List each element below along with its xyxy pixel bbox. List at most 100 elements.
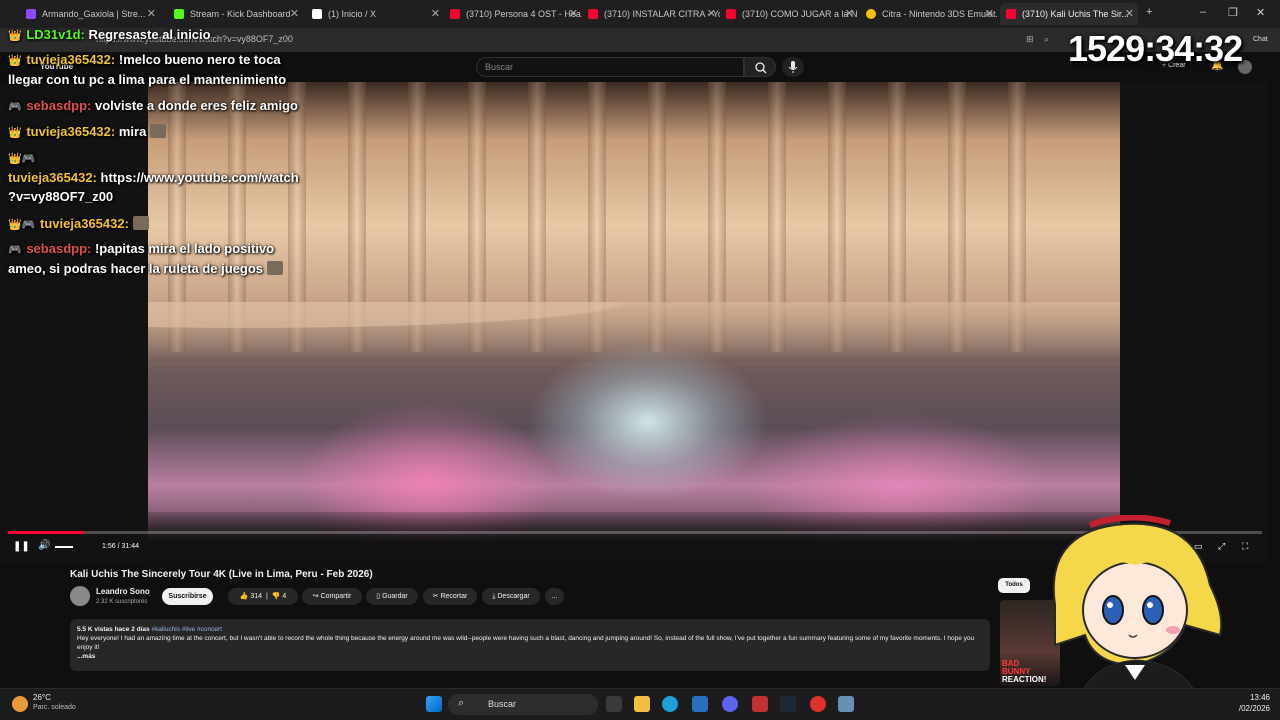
task-view-icon[interactable] <box>606 696 622 712</box>
thumbs-down-icon: 👎 <box>271 593 281 600</box>
taskbar-date[interactable]: /02/2026 <box>1239 704 1270 713</box>
pause-icon[interactable]: ❚❚ <box>13 541 30 552</box>
chat-message: 👑🎮 tuvieja365432: <box>8 216 149 231</box>
fullscreen-icon[interactable]: ⛶ <box>1242 541 1248 552</box>
file-explorer-icon[interactable] <box>634 696 650 712</box>
taskbar-clock[interactable]: 13:46 <box>1250 693 1270 702</box>
dislike-count: 4 <box>282 593 287 600</box>
edge-icon[interactable] <box>662 696 678 712</box>
tab-label: Stream - Kick Dashboard <box>190 9 291 19</box>
chat-text: mira <box>118 124 147 139</box>
emote-image <box>132 216 149 230</box>
taskbar-search-label: Buscar <box>488 699 517 709</box>
close-icon[interactable]: ✕ <box>845 7 854 20</box>
browser-tab-bar: Armando_Gaxiola | Stre... ✕ Stream - Kic… <box>0 0 1280 28</box>
filter-chip-all[interactable]: Todos <box>998 578 1030 593</box>
minimize-icon[interactable]: – <box>1200 6 1206 18</box>
emote-image <box>266 261 283 275</box>
chat-text: ?v=vy88OF7_z00 <box>8 189 114 204</box>
download-button[interactable]: ⤓ Descargar <box>482 588 540 605</box>
download-label: Descargar <box>497 593 530 600</box>
browser-tab[interactable]: Armando_Gaxiola | Stre... ✕ <box>20 3 160 25</box>
channel-name[interactable]: Leandro Sono <box>96 587 150 596</box>
subscribe-button[interactable]: Suscribirse <box>162 588 213 605</box>
browser-tab[interactable]: Citra - Nintendo 3DS Emulat... ✕ <box>860 3 998 25</box>
zoom-icon[interactable]: ⌕ <box>1044 34 1049 45</box>
close-icon[interactable]: ✕ <box>431 7 440 20</box>
crown-badge-icon: 👑 <box>8 30 22 42</box>
search-button[interactable] <box>744 57 776 77</box>
chat-message-continued: ameo, si podras hacer la ruleta de juego… <box>8 261 283 276</box>
video-player[interactable] <box>0 82 1268 562</box>
browser-tab[interactable]: Stream - Kick Dashboard ✕ <box>168 3 303 25</box>
close-icon[interactable]: ✕ <box>147 7 156 20</box>
tab-label: Armando_Gaxiola | Stre... <box>42 9 146 19</box>
microphone-icon <box>788 61 798 73</box>
close-icon[interactable]: ✕ <box>707 7 716 20</box>
gamepad-badge-icon: 🎮 <box>8 244 22 256</box>
voice-search-button[interactable] <box>782 57 804 77</box>
browser-tab[interactable]: (1) Inicio / X ✕ <box>306 3 444 25</box>
window-close-icon[interactable]: ✕ <box>1256 6 1265 19</box>
youtube-icon <box>1006 9 1016 19</box>
like-dislike-button[interactable]: 👍 314 | 👎 4 <box>228 588 298 605</box>
thumbs-up-icon: 👍 <box>239 593 249 600</box>
chat-text: ameo, si podras hacer la ruleta de juego… <box>8 261 264 276</box>
browser-tab[interactable]: (3710) COMO JUGAR a la NI... ✕ <box>720 3 858 25</box>
discord-icon[interactable] <box>722 696 738 712</box>
chat-user: LD31v1d: <box>26 27 85 42</box>
extensions-icon[interactable]: ⊞ <box>1026 34 1034 45</box>
weather-description[interactable]: Parc. soleado <box>33 704 76 711</box>
chat-message-continued: ?v=vy88OF7_z00 <box>8 189 113 204</box>
volume-slider[interactable] <box>55 546 73 548</box>
settings-app-icon[interactable] <box>838 696 854 712</box>
taskbar-search[interactable]: Buscar <box>448 694 598 715</box>
description-box[interactable]: 5.5 K vistas hace 2 días #kaliuchis #liv… <box>70 619 990 671</box>
maximize-icon[interactable]: ❐ <box>1228 6 1238 19</box>
chat-message-continued: llegar con tu pc a lima para el mantenim… <box>8 72 286 87</box>
browser-tab[interactable]: (3710) Persona 4 OST - Hea... ✕ <box>444 3 582 25</box>
new-tab-icon[interactable]: + <box>1146 6 1152 18</box>
obs-icon[interactable] <box>810 696 826 712</box>
close-icon[interactable]: ✕ <box>290 7 299 20</box>
browser-tab[interactable]: (3710) INSTALAR CITRA - Yo... ✕ <box>582 3 720 25</box>
save-button[interactable]: ▯ Guardar <box>366 588 418 605</box>
chat-button[interactable]: Chat <box>1253 36 1268 43</box>
channel-avatar[interactable] <box>70 586 90 606</box>
share-icon: ↪ <box>312 593 319 600</box>
chat-message: 👑🎮 <box>8 150 36 165</box>
app-icon[interactable] <box>692 696 708 712</box>
show-more-link[interactable]: ...más <box>77 652 983 661</box>
close-icon[interactable]: ✕ <box>985 7 994 20</box>
tab-label: Citra - Nintendo 3DS Emulat... <box>882 9 998 19</box>
app-icon[interactable] <box>752 696 768 712</box>
youtube-icon <box>588 9 598 19</box>
share-button[interactable]: ↪ Compartir <box>302 588 362 605</box>
weather-icon[interactable] <box>12 696 28 712</box>
browser-tab-active[interactable]: (3710) Kali Uchis The Sir... ✕ <box>1000 3 1138 25</box>
emote-image <box>149 124 166 138</box>
chat-text: !papitas mira el lado positivo <box>94 241 275 256</box>
tab-label: (3710) INSTALAR CITRA - Yo... <box>604 9 720 19</box>
clip-label: Recortar <box>440 593 468 600</box>
search-icon: ⌕ <box>458 697 465 709</box>
spotlight <box>528 342 768 502</box>
crown-badge-icon: 👑🎮 <box>8 219 36 231</box>
search-input[interactable]: Buscar <box>476 57 744 77</box>
weather-temperature[interactable]: 26°C <box>33 693 51 702</box>
chat-text: llegar con tu pc a lima para el mantenim… <box>8 72 287 87</box>
close-icon[interactable]: ✕ <box>569 7 578 20</box>
hashtags[interactable]: #kaliuchis #live #concert <box>151 626 221 633</box>
chat-message: 🎮 sebasdpp: !papitas mira el lado positi… <box>8 241 274 256</box>
twitch-icon <box>26 9 36 19</box>
more-actions-button[interactable]: ... <box>545 588 564 605</box>
steam-icon[interactable] <box>780 696 796 712</box>
tab-label: (3710) Kali Uchis The Sir... <box>1022 9 1129 19</box>
volume-icon[interactable]: 🔊 <box>38 540 50 551</box>
clip-button[interactable]: ✂ Recortar <box>423 588 477 605</box>
crown-badge-icon: 👑 <box>8 127 22 139</box>
scissors-icon: ✂ <box>432 593 439 600</box>
chat-message: tuvieja365432: https://www.youtube.com/w… <box>8 170 299 185</box>
start-icon[interactable] <box>426 696 442 712</box>
close-icon[interactable]: ✕ <box>1125 7 1134 20</box>
